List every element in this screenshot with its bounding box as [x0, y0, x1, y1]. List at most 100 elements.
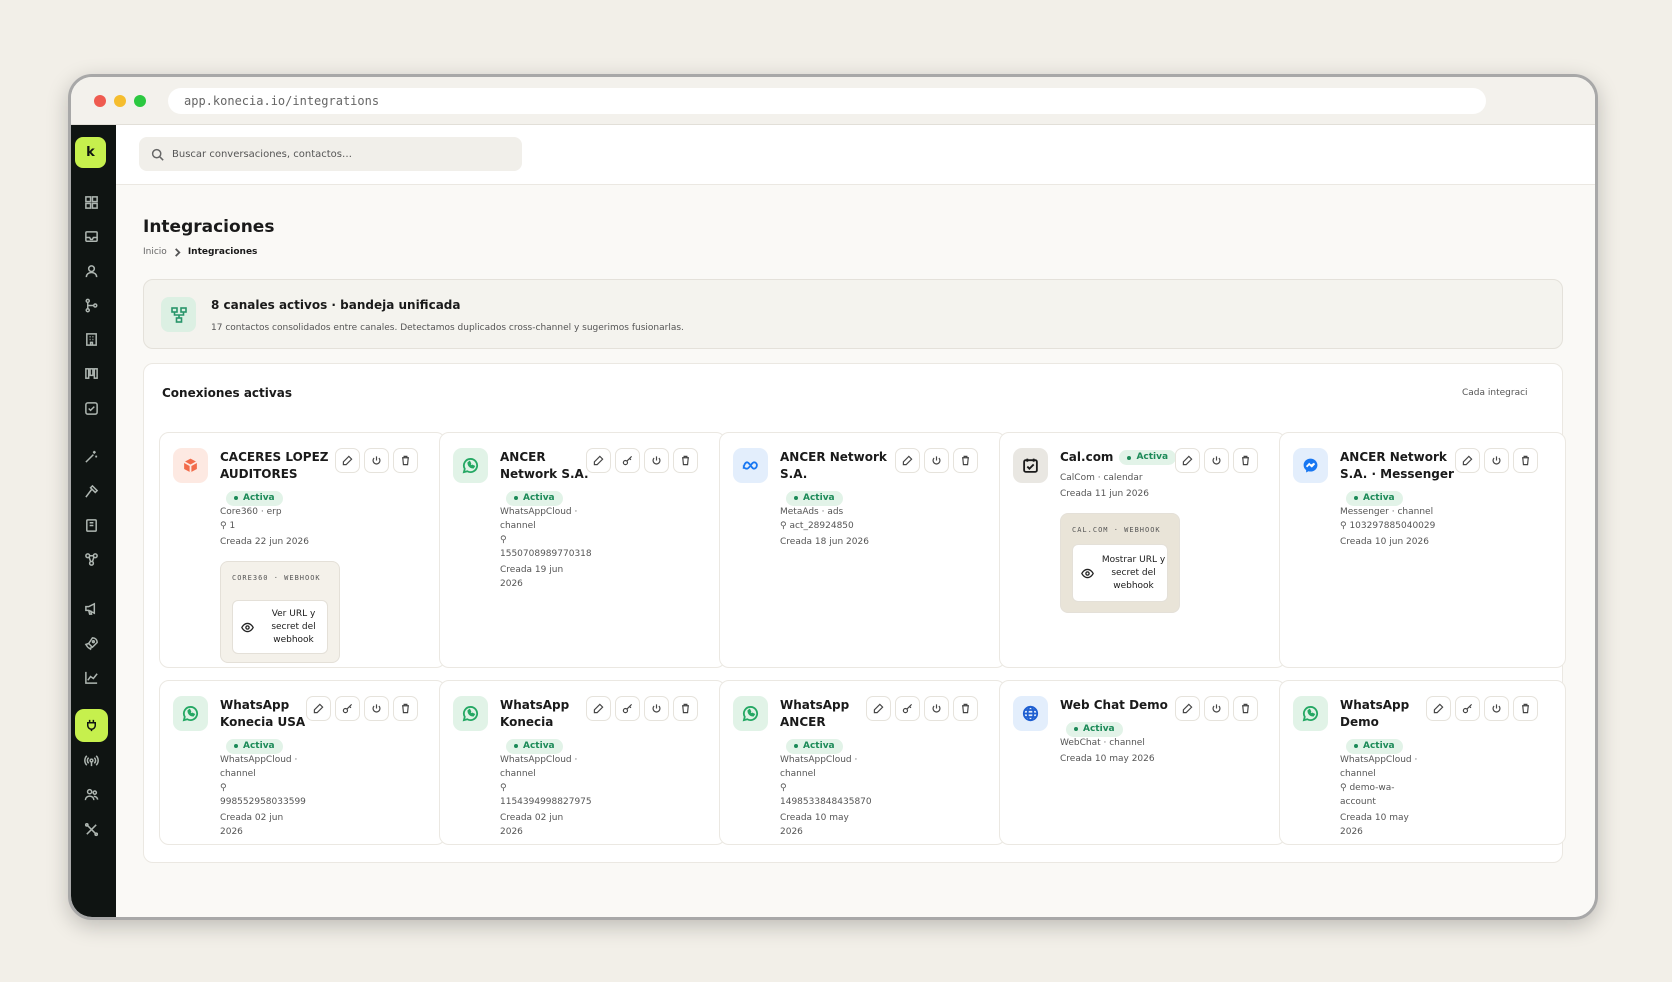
- delete-button[interactable]: [953, 448, 978, 473]
- integration-meta-line: WhatsAppCloud ·: [500, 755, 578, 765]
- integration-name: ANCER Network S.A.: [780, 449, 887, 483]
- edit-icon: [873, 703, 884, 714]
- sidebar: k: [71, 125, 116, 917]
- integration-meta-line: channel: [220, 769, 256, 779]
- power-button[interactable]: [1204, 696, 1229, 721]
- sidebar-item-chart[interactable]: [81, 667, 101, 687]
- integration-meta-line: 1498533848435870: [780, 797, 872, 807]
- integration-name-line: S.A.: [780, 467, 808, 481]
- sidebar-item-workflow[interactable]: [81, 549, 101, 569]
- integration-name-line: AUDITORES: [220, 467, 298, 481]
- browser-window: app.konecia.io/integrations k Integracio…: [68, 74, 1598, 920]
- key-button[interactable]: [1455, 696, 1480, 721]
- power-button[interactable]: [1204, 448, 1229, 473]
- delete-button[interactable]: [673, 448, 698, 473]
- sidebar-item-magic-wand[interactable]: [81, 446, 101, 466]
- sidebar-item-grid[interactable]: [81, 192, 101, 212]
- app-logo[interactable]: k: [75, 137, 106, 168]
- key-icon: [342, 703, 353, 714]
- edit-button[interactable]: [1455, 448, 1480, 473]
- integration-card: ANCER Network S.A. Activa MetaAds · ads ⚲ ac…: [719, 432, 1006, 668]
- building-icon: [85, 332, 97, 346]
- maximize-window-button[interactable]: [134, 94, 146, 107]
- power-button[interactable]: [364, 696, 389, 721]
- delete-button[interactable]: [953, 696, 978, 721]
- power-button[interactable]: [1484, 696, 1509, 721]
- edit-button[interactable]: [1175, 448, 1200, 473]
- sidebar-item-megaphone[interactable]: [81, 598, 101, 618]
- edit-button[interactable]: [895, 448, 920, 473]
- status-badge-row: Activa: [226, 485, 283, 506]
- sidebar-item-checkbox[interactable]: [81, 398, 101, 418]
- webhook-button-label: Mostrar URL y secret del webhook: [1101, 554, 1166, 591]
- status-badge-row: Activa: [1066, 716, 1123, 737]
- delete-button[interactable]: [393, 448, 418, 473]
- status-badge: Activa: [1119, 450, 1177, 465]
- delete-button[interactable]: [1233, 448, 1258, 473]
- whatsapp-icon: [453, 448, 488, 483]
- sidebar-item-hammer[interactable]: [81, 481, 101, 501]
- power-button[interactable]: [644, 448, 669, 473]
- sidebar-item-book[interactable]: [81, 515, 101, 535]
- search-input[interactable]: [172, 148, 492, 160]
- edit-button[interactable]: [586, 448, 611, 473]
- key-button[interactable]: [615, 448, 640, 473]
- chevron-right-icon: [174, 247, 181, 257]
- show-webhook-secret-button[interactable]: Mostrar URL y secret del webhook: [1072, 544, 1168, 602]
- edit-button[interactable]: [866, 696, 891, 721]
- sidebar-item-tools[interactable]: [81, 819, 101, 839]
- edit-button[interactable]: [1175, 696, 1200, 721]
- integration-name-line: Cal.com: [1060, 450, 1114, 464]
- edit-button[interactable]: [1426, 696, 1451, 721]
- power-button[interactable]: [364, 448, 389, 473]
- integration-name-line: WhatsApp: [1340, 698, 1410, 712]
- sidebar-item-team[interactable]: [81, 784, 101, 804]
- app-shell: k Integraciones Inicio Integraciones 8 c…: [71, 125, 1595, 917]
- delete-button[interactable]: [1513, 448, 1538, 473]
- minimize-window-button[interactable]: [114, 94, 126, 107]
- sidebar-item-plug[interactable]: [75, 709, 108, 742]
- breadcrumb-home-link[interactable]: Inicio: [143, 247, 167, 257]
- whatsapp-icon: [173, 696, 208, 731]
- delete-button[interactable]: [1513, 696, 1538, 721]
- status-badge-row: Activa: [1346, 485, 1403, 506]
- sidebar-item-branch[interactable]: [81, 295, 101, 315]
- status-badge: Activa: [786, 490, 843, 506]
- search-box[interactable]: [139, 137, 522, 171]
- sidebar-item-building[interactable]: [81, 329, 101, 349]
- key-button[interactable]: [895, 696, 920, 721]
- power-button[interactable]: [924, 448, 949, 473]
- sidebar-item-user[interactable]: [81, 261, 101, 281]
- power-icon: [1212, 456, 1221, 465]
- delete-button[interactable]: [393, 696, 418, 721]
- inbox-icon: [84, 230, 98, 242]
- sidebar-item-inbox[interactable]: [81, 226, 101, 246]
- power-button[interactable]: [644, 696, 669, 721]
- integration-meta: Messenger · channel ⚲ 103297885040029 Crea…: [1340, 505, 1435, 549]
- integration-meta-line: WhatsAppCloud ·: [500, 507, 578, 517]
- webhook-label: CAL.COM · WEBHOOK: [1072, 526, 1161, 534]
- edit-button[interactable]: [335, 448, 360, 473]
- power-button[interactable]: [1484, 448, 1509, 473]
- sidebar-item-kanban[interactable]: [81, 363, 101, 383]
- channels-summary-banner: 8 canales activos · bandeja unificada 17…: [143, 279, 1563, 349]
- key-button[interactable]: [335, 696, 360, 721]
- sidebar-item-broadcast[interactable]: [81, 750, 101, 770]
- integration-meta-line: 2026: [220, 827, 243, 837]
- edit-button[interactable]: [586, 696, 611, 721]
- close-window-button[interactable]: [94, 94, 106, 107]
- key-button[interactable]: [615, 696, 640, 721]
- delete-button[interactable]: [1233, 696, 1258, 721]
- status-badge: Activa: [1346, 490, 1403, 506]
- delete-icon: [1522, 455, 1529, 466]
- delete-button[interactable]: [673, 696, 698, 721]
- edit-button[interactable]: [306, 696, 331, 721]
- integration-name-line: ANCER Network: [1340, 450, 1447, 464]
- address-bar[interactable]: app.konecia.io/integrations: [168, 87, 1486, 114]
- delete-icon: [1242, 703, 1249, 714]
- show-webhook-secret-button[interactable]: Ver URL y secret del webhook: [232, 600, 328, 654]
- card-actions: [895, 448, 978, 473]
- sidebar-item-rocket[interactable]: [81, 633, 101, 653]
- power-button[interactable]: [924, 696, 949, 721]
- card-actions: [586, 448, 698, 473]
